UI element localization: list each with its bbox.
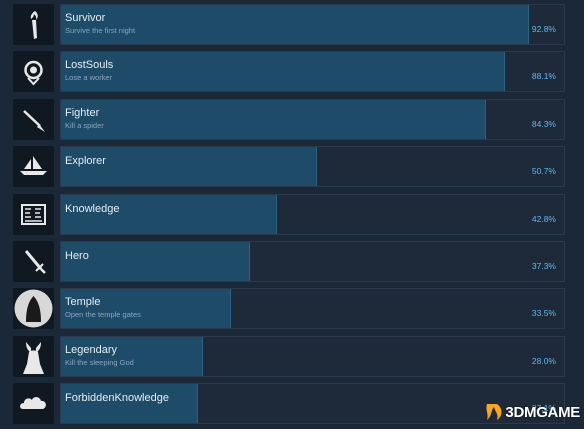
horned-god-icon — [13, 336, 54, 377]
cloud-icon — [13, 383, 54, 424]
achievement-percent: 28.0% — [531, 356, 556, 366]
achievement-name: LostSouls — [65, 59, 114, 71]
achievement-name: Fighter — [65, 107, 100, 119]
progress-bar: Survivor Survive the first night 92.8% — [60, 4, 565, 45]
progress-fill — [61, 5, 529, 44]
progress-fill — [61, 100, 487, 139]
achievement-list: Survivor Survive the first night 92.8% L… — [0, 0, 584, 426]
achievement-percent: 84.3% — [531, 119, 556, 129]
achievement-row-survivor: Survivor Survive the first night 92.8% — [0, 4, 584, 50]
achievement-percent: 37.3% — [531, 261, 556, 271]
achievement-name: Legendary — [65, 344, 117, 356]
achievement-row-explorer: Explorer 50.7% — [0, 146, 584, 192]
achievement-percent: 42.8% — [531, 214, 556, 224]
achievement-percent: 88.1% — [531, 71, 556, 81]
achievement-row-legendary: Legendary Kill the sleeping God 28.0% — [0, 336, 584, 382]
ghost-face-icon — [13, 51, 54, 92]
achievement-name: Explorer — [65, 155, 106, 167]
progress-fill — [61, 289, 231, 328]
achievement-percent: 92.8% — [531, 24, 556, 34]
scroll-icon — [13, 194, 54, 235]
progress-bar: Legendary Kill the sleeping God 28.0% — [60, 336, 565, 377]
progress-bar: Temple Open the temple gates 33.5% — [60, 288, 565, 329]
achievement-row-hero: Hero 37.3% — [0, 241, 584, 287]
boat-icon — [13, 146, 54, 187]
sword-icon — [13, 241, 54, 282]
achievement-percent: 50.7% — [531, 166, 556, 176]
temple-icon — [13, 288, 54, 329]
achievement-description: Survive the first night — [65, 26, 136, 35]
progress-bar: Hero 37.3% — [60, 241, 565, 282]
progress-fill — [61, 337, 203, 376]
progress-fill — [61, 52, 506, 91]
achievement-name: Knowledge — [65, 203, 120, 215]
watermark-logo-icon — [486, 404, 502, 420]
progress-bar: Explorer 50.7% — [60, 146, 565, 187]
watermark-text: 3DMGAME — [505, 403, 580, 421]
progress-fill — [61, 242, 250, 281]
achievement-name: Survivor — [65, 12, 106, 24]
spear-icon — [13, 99, 54, 140]
achievement-row-temple: Temple Open the temple gates 33.5% — [0, 288, 584, 334]
achievement-description: Open the temple gates — [65, 310, 141, 319]
torch-icon — [13, 4, 54, 45]
achievement-row-lostsouls: LostSouls Lose a worker 88.1% — [0, 51, 584, 97]
achievement-name: Hero — [65, 250, 89, 262]
achievement-name: ForbiddenKnowledge — [65, 392, 169, 404]
achievement-row-fighter: Fighter Kill a spider 84.3% — [0, 99, 584, 145]
achievement-description: Kill a spider — [65, 121, 104, 130]
achievement-name: Temple — [65, 296, 101, 308]
achievement-row-knowledge: Knowledge 42.8% — [0, 194, 584, 240]
watermark: 3DMGAME — [483, 402, 580, 422]
progress-bar: Fighter Kill a spider 84.3% — [60, 99, 565, 140]
achievement-description: Lose a worker — [65, 73, 113, 82]
progress-bar: Knowledge 42.8% — [60, 194, 565, 235]
achievement-description: Kill the sleeping God — [65, 358, 134, 367]
progress-bar: LostSouls Lose a worker 88.1% — [60, 51, 565, 92]
achievement-percent: 33.5% — [531, 308, 556, 318]
